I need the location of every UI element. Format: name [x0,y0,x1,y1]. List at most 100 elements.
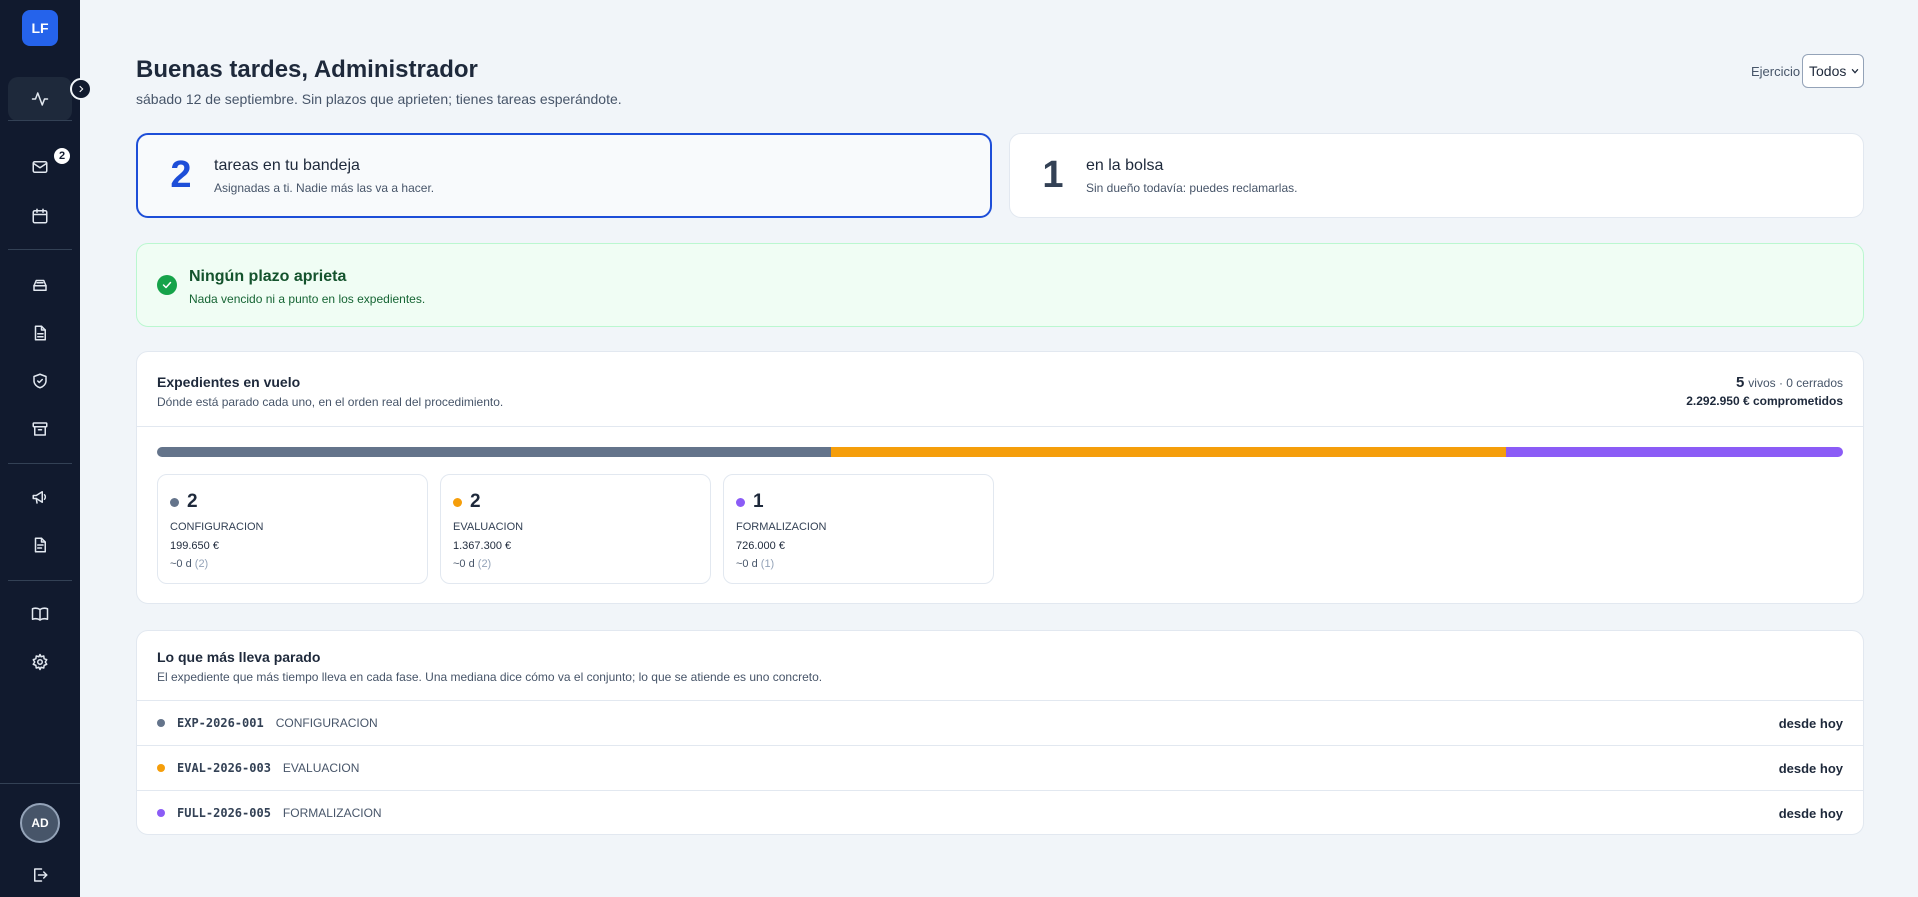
phase-days-value: ~0 d [736,558,758,570]
case-phase: FORMALIZACION [282,806,382,820]
phase-count: 2 [187,491,198,512]
pool-tasks-title: en la bolsa [1086,156,1164,174]
nav-divider [8,580,72,581]
flight-panel: Expedientes en vuelo Dónde está parado c… [136,351,1864,604]
stalled-row[interactable]: EXP-2026-001 CONFIGURACION desde hoy [137,701,1863,745]
calendar-icon [32,208,48,224]
nav-reports[interactable] [8,523,72,567]
phase-dot [453,497,462,507]
user-avatar[interactable]: AD [20,803,60,843]
phase-amount: 1.367.300 € [453,540,512,552]
stalled-row[interactable]: FULL-2026-005 FORMALIZACION desde hoy [137,791,1863,835]
phase-count: 1 [753,491,764,512]
phase-days-value: ~0 d [170,558,192,570]
flight-divider [137,426,1863,427]
flight-live-rest: vivos · 0 cerrados [1748,376,1843,390]
phase-name: EVALUACION [453,521,524,533]
phase-days-value: ~0 d [453,558,475,570]
sidebar-footer-divider [0,783,80,784]
stalled-desc: El expediente que más tiempo lleva en ca… [157,670,823,684]
phase-amount: 726.000 € [736,540,785,552]
flight-live-count: 5 [1735,374,1745,391]
shield-check-icon [33,373,47,389]
nav-compliance[interactable] [8,359,72,403]
phase-days-count: (2) [194,558,209,570]
document-icon [34,325,46,341]
progress-segment [1505,447,1843,457]
book-icon [31,607,49,621]
deadline-alert: Ningún plazo aprieta Nada vencido ni a p… [136,243,1864,327]
inbox-tasks-desc: Asignadas a ti. Nadie más las va a hacer… [214,180,435,195]
sidebar-expand-button[interactable] [70,78,92,100]
nav-announcements[interactable] [8,475,72,519]
nav-calendar[interactable] [8,194,72,238]
case-code: EXP-2026-001 [177,716,264,730]
phase-days: ~0 d (2) [170,558,208,570]
exercise-select[interactable]: Todos [1802,54,1864,88]
flight-live-summary: 5 vivos · 0 cerrados [1736,374,1843,391]
phase-dot [157,719,165,727]
nav-divider [8,463,72,464]
pool-tasks-card[interactable]: 1 en la bolsa Sin dueño todavía: puedes … [1009,133,1864,218]
phase-card-formalizacion[interactable]: 1 FORMALIZACION 726.000 € ~0 d (1) [723,474,994,584]
exercise-label: Ejercicio [1751,64,1801,79]
nav-dashboard[interactable] [8,77,72,121]
sidebar: LF 2 AD [0,0,92,897]
phase-dot [157,764,165,772]
stalled-row[interactable]: EVAL-2026-003 EVALUACION desde hoy [137,746,1863,790]
pool-tasks-desc: Sin dueño todavía: puedes reclamarlas. [1086,180,1298,195]
logout-icon [34,868,48,882]
phase-days: ~0 d (1) [736,558,774,570]
phase-card-evaluacion[interactable]: 2 EVALUACION 1.367.300 € ~0 d (2) [440,474,711,584]
page-subtitle: sábado 12 de septiembre. Sin plazos que … [136,91,622,107]
chevron-down-icon [1851,68,1859,74]
nav-documents[interactable] [8,311,72,355]
phase-progress-bar [157,447,1843,457]
phase-card-configuracion[interactable]: 2 CONFIGURACION 199.650 € ~0 d (2) [157,474,428,584]
phase-amount: 199.650 € [170,540,219,552]
case-phase: CONFIGURACION [275,716,378,730]
page-title: Buenas tardes, Administrador [136,56,478,83]
alert-title: Ningún plazo aprieta [189,268,347,285]
inbox-tasks-card[interactable]: 2 tareas en tu bandeja Asignadas a ti. N… [136,133,992,218]
stalled-panel: Lo que más lleva parado El expediente qu… [136,630,1864,835]
progress-segment [831,447,1506,457]
flight-title: Expedientes en vuelo [157,374,301,390]
nav-divider [8,249,72,250]
phase-count: 2 [470,491,481,512]
flight-committed: 2.292.950 € comprometidos [1686,394,1843,408]
case-code: FULL-2026-005 [177,806,271,820]
pool-tasks-count: 1 [1042,154,1064,196]
case-since: desde hoy [1778,715,1843,731]
phase-dot [170,497,179,507]
case-since: desde hoy [1778,760,1843,776]
exercise-select-value: Todos [1809,63,1847,79]
alert-desc: Nada vencido ni a punto en los expedient… [189,292,426,306]
nav-archive[interactable] [8,407,72,451]
chevron-right-icon [79,85,84,93]
stalled-title: Lo que más lleva parado [157,649,321,665]
nav-logout[interactable] [8,853,72,897]
nav-divider [8,120,72,121]
activity-icon [31,92,49,106]
phase-name: FORMALIZACION [736,521,827,533]
progress-segment [157,447,832,457]
inbox-tasks-title: tareas en tu bandeja [214,156,360,174]
gear-icon [32,653,48,671]
check-circle-icon [157,275,177,295]
nav-pool[interactable] [8,263,72,307]
case-code: EVAL-2026-003 [177,761,271,775]
inbox-tray-icon [33,279,47,291]
phase-name: CONFIGURACION [170,521,264,533]
flight-desc: Dónde está parado cada uno, en el orden … [157,395,504,409]
megaphone-icon [32,491,47,504]
nav-settings[interactable] [8,640,72,684]
phase-days-count: (1) [760,558,775,570]
phase-days: ~0 d (2) [453,558,491,570]
phase-days-count: (2) [477,558,492,570]
mail-icon [32,161,48,173]
inbox-tasks-count: 2 [170,154,192,196]
nav-guide[interactable] [8,592,72,636]
app-logo[interactable]: LF [22,10,58,46]
case-since: desde hoy [1778,805,1843,821]
